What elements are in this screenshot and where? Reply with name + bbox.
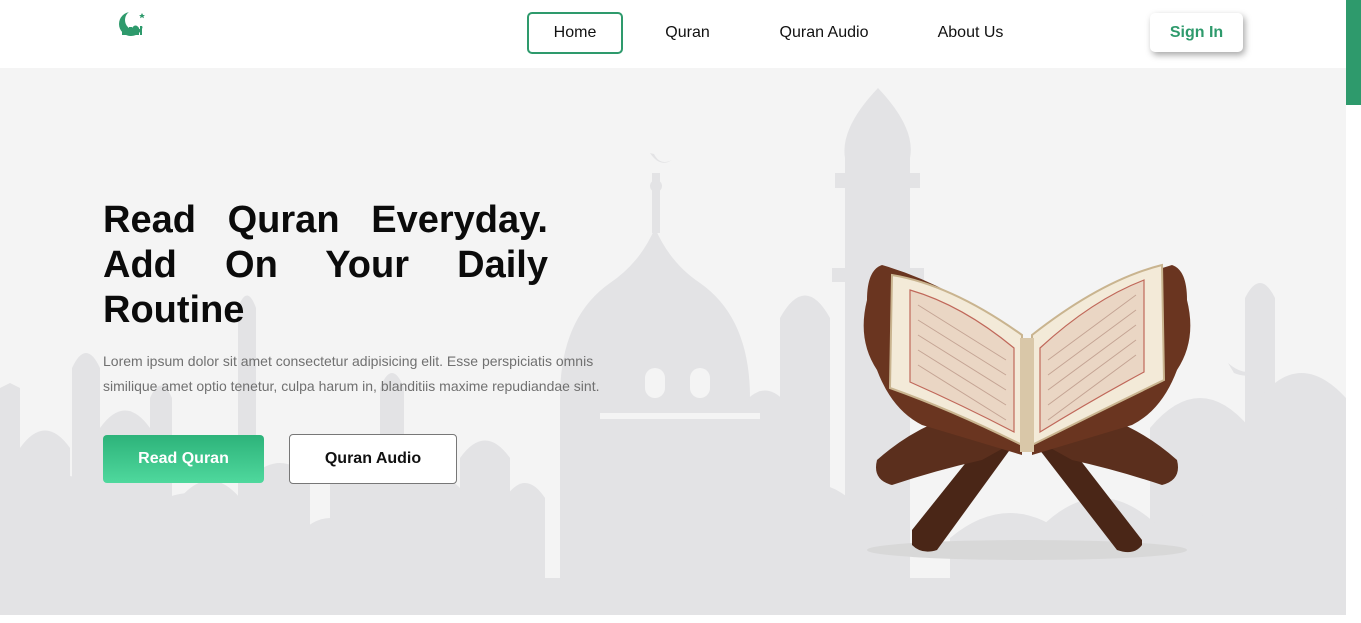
nav-about-us-label[interactable]: About Us bbox=[938, 24, 1004, 42]
quran-on-stand-image bbox=[863, 263, 1191, 560]
nav-quran[interactable]: Quran bbox=[665, 12, 710, 54]
site-header: Home Quran Quran Audio About Us Sign In bbox=[0, 0, 1346, 68]
quran-audio-button[interactable]: Quran Audio bbox=[289, 434, 457, 484]
nav-quran-audio-label[interactable]: Quran Audio bbox=[780, 24, 869, 42]
crescent-mosque-logo-icon[interactable] bbox=[116, 8, 148, 38]
hero-section: Read Quran Everyday. Add On Your Daily R… bbox=[0, 68, 1346, 615]
main-nav: Home Quran Quran Audio About Us bbox=[527, 12, 1004, 54]
nav-quran-label[interactable]: Quran bbox=[665, 24, 709, 42]
nav-home[interactable]: Home bbox=[527, 12, 623, 54]
nav-about-us[interactable]: About Us bbox=[937, 12, 1004, 54]
nav-home-label[interactable]: Home bbox=[554, 24, 597, 42]
nav-quran-audio[interactable]: Quran Audio bbox=[779, 12, 869, 54]
scrollbar-thumb[interactable] bbox=[1346, 0, 1361, 105]
hero-description: Lorem ipsum dolor sit amet consectetur a… bbox=[103, 353, 600, 394]
sign-in-button[interactable]: Sign In bbox=[1150, 13, 1243, 52]
hero-title: Read Quran Everyday. Add On Your Daily R… bbox=[103, 199, 548, 331]
read-quran-button[interactable]: Read Quran bbox=[103, 435, 264, 483]
